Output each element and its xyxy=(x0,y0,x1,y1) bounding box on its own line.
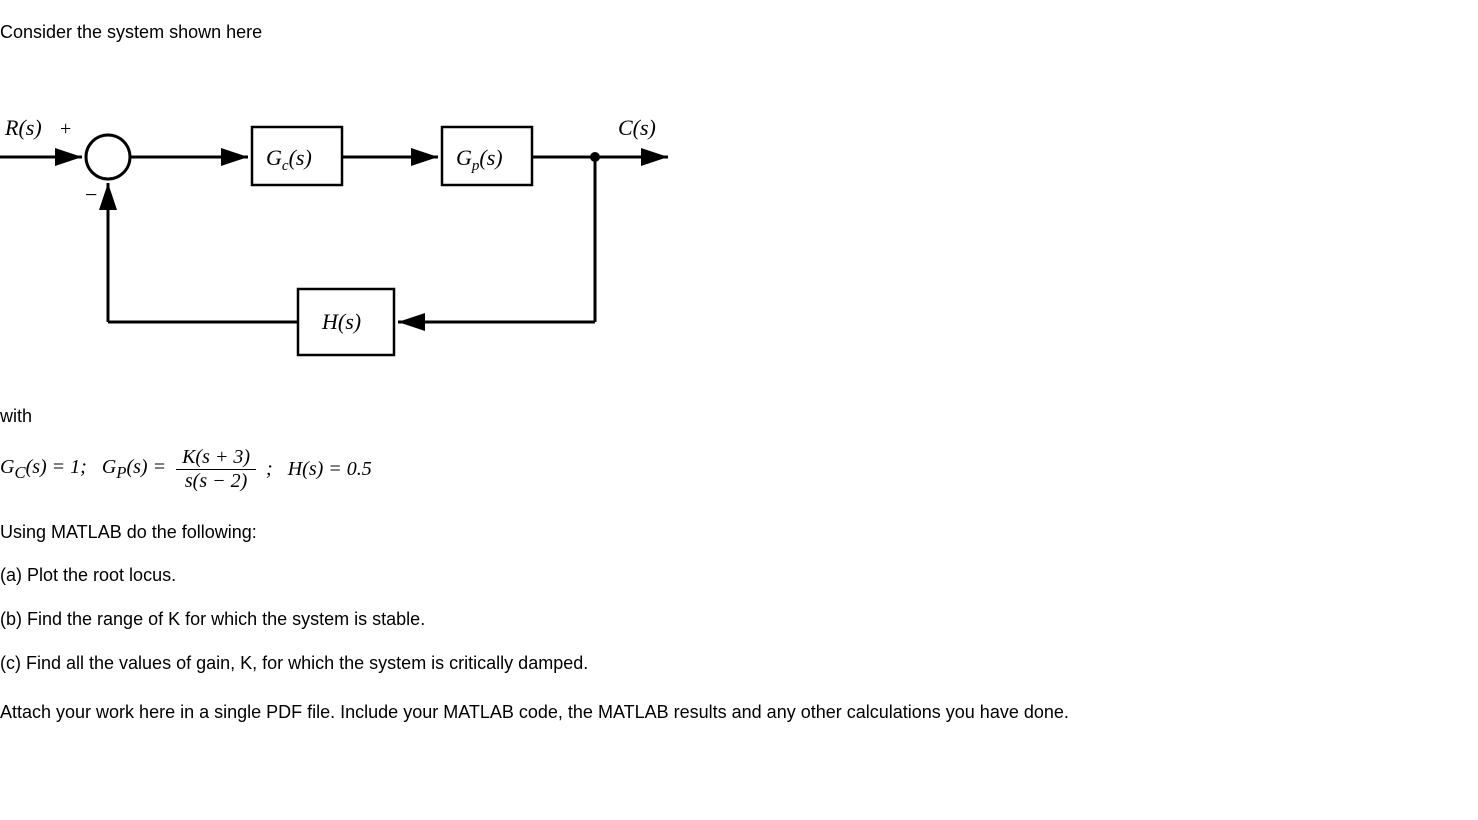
footer-note: Attach your work here in a single PDF fi… xyxy=(0,698,1478,727)
part-c: (c) Find all the values of gain, K, for … xyxy=(0,649,1478,678)
block-diagram: R(s) + − Gc(s) Gp(s) C(s) xyxy=(0,67,1478,372)
plus-sign: + xyxy=(60,118,71,140)
c-label: C(s) xyxy=(618,115,656,140)
h-label: H(s) xyxy=(321,309,361,334)
summing-junction xyxy=(86,135,130,179)
gc-label: Gc(s) xyxy=(266,145,312,174)
transfer-functions: GC(s) = 1; GP(s) = K(s + 3) s(s − 2) ; H… xyxy=(0,446,1478,493)
with-text: with xyxy=(0,402,1478,431)
minus-sign: − xyxy=(85,182,97,207)
instruction-text: Using MATLAB do the following: xyxy=(0,518,1478,547)
question-intro: Consider the system shown here xyxy=(0,18,1478,47)
r-label: R(s) xyxy=(4,115,42,140)
part-b: (b) Find the range of K for which the sy… xyxy=(0,605,1478,634)
gp-label: Gp(s) xyxy=(456,145,503,174)
part-a: (a) Plot the root locus. xyxy=(0,561,1478,590)
